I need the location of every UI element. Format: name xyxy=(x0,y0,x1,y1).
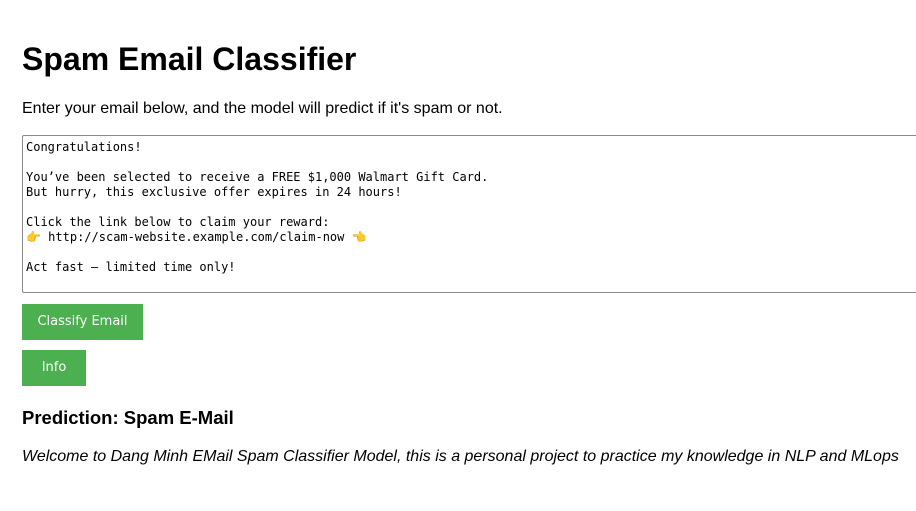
info-button[interactable]: Info xyxy=(22,350,86,386)
page-title: Spam Email Classifier xyxy=(22,41,357,77)
classify-email-button[interactable]: Classify Email xyxy=(22,304,143,340)
page-subtitle: Enter your email below, and the model wi… xyxy=(22,100,503,117)
prediction-result: Prediction: Spam E-Mail xyxy=(22,407,234,428)
page-container: Spam Email Classifier Enter your email b… xyxy=(0,0,916,511)
welcome-message: Welcome to Dang Minh EMail Spam Classifi… xyxy=(22,448,899,465)
email-input[interactable]: Congratulations! You’ve been selected to… xyxy=(22,135,916,293)
